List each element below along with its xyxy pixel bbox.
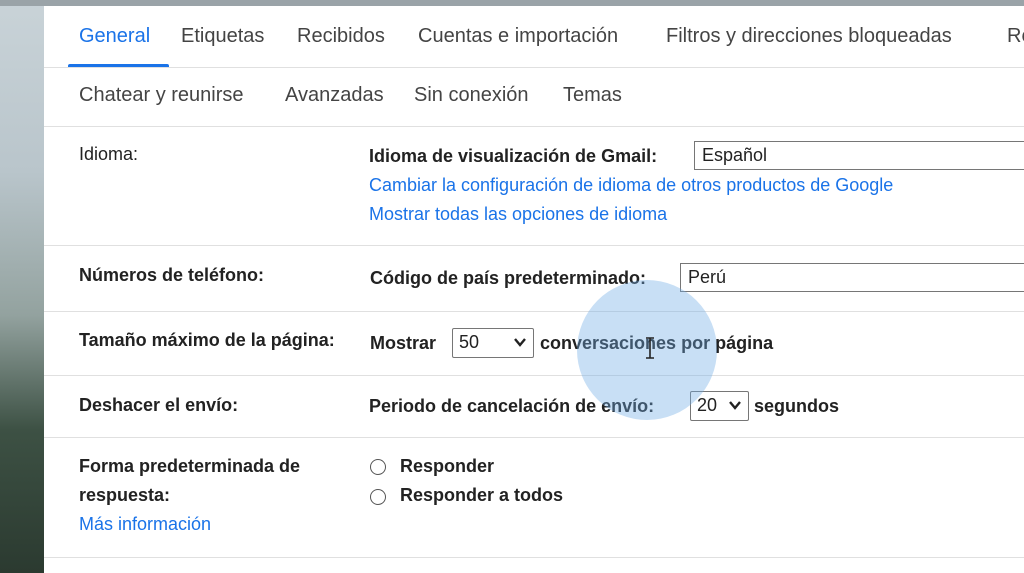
cancel-period-value: 20: [697, 395, 718, 415]
tab-labels[interactable]: Etiquetas: [181, 25, 264, 48]
tab-advanced[interactable]: Avanzadas: [285, 84, 384, 107]
chevron-down-icon: [729, 401, 741, 410]
default-reply-label-line2: respuesta:: [79, 485, 171, 505]
reply-all-radio[interactable]: [370, 489, 386, 505]
desktop-background: [0, 0, 46, 573]
section-divider: [44, 375, 1024, 376]
reply-radio[interactable]: [370, 459, 386, 475]
tab-themes[interactable]: Temas: [563, 84, 622, 107]
section-divider: [44, 245, 1024, 246]
more-info-link[interactable]: Más información: [79, 514, 211, 535]
page-size-value: 50: [459, 332, 480, 352]
page-size-prefix: Mostrar: [370, 333, 437, 353]
country-code-field[interactable]: Perú: [680, 263, 1024, 292]
tab-chat-meet[interactable]: Chatear y reunirse: [79, 84, 244, 107]
reply-option-label: Responder: [400, 456, 495, 476]
tab-truncated[interactable]: Re: [1007, 25, 1024, 48]
phone-numbers-label: Números de teléfono:: [79, 265, 265, 285]
tabs-row2-divider: [44, 126, 1024, 127]
cancel-period-suffix: segundos: [754, 396, 840, 416]
language-label: Idioma:: [79, 144, 139, 164]
tab-general[interactable]: General: [79, 25, 150, 48]
tab-inbox[interactable]: Recibidos: [297, 25, 385, 48]
country-code-value: Perú: [688, 267, 727, 287]
change-other-products-language-link[interactable]: Cambiar la configuración de idioma de ot…: [369, 175, 893, 196]
display-language-value: Español: [702, 145, 768, 165]
show-all-language-options-link[interactable]: Mostrar todas las opciones de idioma: [369, 204, 667, 225]
tabs-divider: [44, 67, 1024, 68]
undo-send-label: Deshacer el envío:: [79, 395, 239, 415]
reply-all-option-label: Responder a todos: [400, 485, 564, 505]
display-language-field[interactable]: Español: [694, 141, 1024, 170]
tab-filters-blocked[interactable]: Filtros y direcciones bloqueadas: [666, 25, 952, 48]
max-page-size-label: Tamaño máximo de la página:: [79, 330, 335, 350]
section-divider: [44, 311, 1024, 312]
chevron-down-icon: [514, 338, 526, 347]
display-language-label: Idioma de visualización de Gmail:: [369, 146, 658, 166]
tab-offline[interactable]: Sin conexión: [414, 84, 529, 107]
default-reply-label: Forma predeterminada de: [79, 456, 301, 476]
text-cursor-icon: [646, 337, 654, 359]
page-size-select[interactable]: 50: [452, 328, 534, 358]
settings-panel: General Etiquetas Recibidos Cuentas e im…: [44, 6, 1024, 573]
default-country-code-label: Código de país predeterminado:: [370, 268, 647, 288]
section-divider: [44, 437, 1024, 438]
tab-accounts-import[interactable]: Cuentas e importación: [418, 25, 618, 48]
section-divider: [44, 557, 1024, 558]
